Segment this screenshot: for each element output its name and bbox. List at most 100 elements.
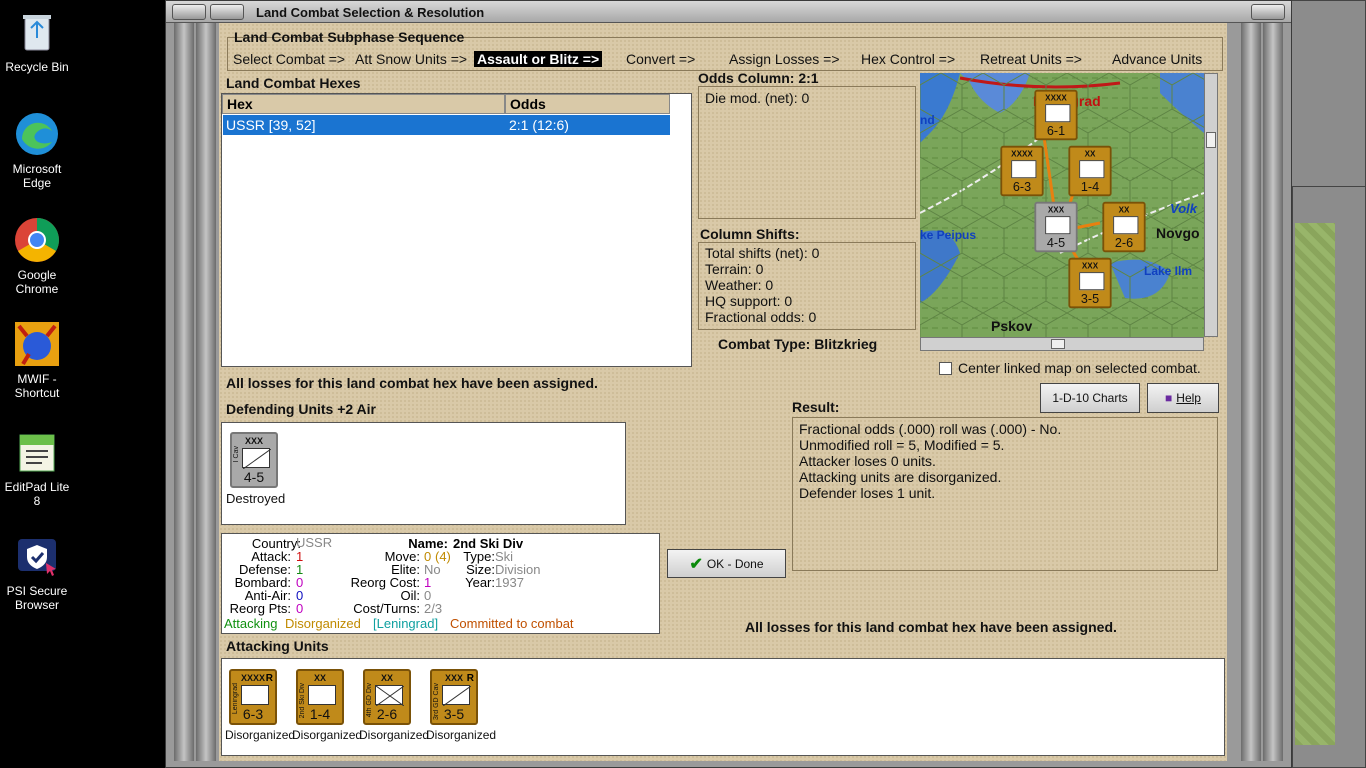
losses-assigned-message-2: All losses for this land combat hex have…: [745, 619, 1117, 635]
edge-icon: [13, 110, 61, 158]
background-window-bottom[interactable]: [1292, 186, 1366, 768]
defender-status: Destroyed: [226, 491, 286, 506]
collapse-button[interactable]: [210, 4, 244, 20]
map-counter-8th-gd-cav[interactable]: XXXX 6-1: [1034, 89, 1078, 141]
map-counter-2nd-ski-div[interactable]: XX 1-4: [1068, 145, 1112, 197]
counter-nato-symbol: [375, 685, 405, 707]
window-titlebar[interactable]: Land Combat Selection & Resolution: [166, 1, 1291, 23]
map-label-nd: nd: [920, 113, 935, 127]
table-row[interactable]: USSR [39, 52] 2:1 (12:6): [223, 115, 670, 135]
map-counter-i-cav-defender[interactable]: XXX 4-5: [1034, 201, 1078, 253]
status-disorganized: Disorganized: [285, 616, 361, 631]
attacker-counter-leningrad[interactable]: Leningrad XXXX R 6-3: [229, 669, 277, 725]
map-label-lake-peipus: ke Peipus: [920, 228, 977, 242]
cost-turns-value: 2/3: [424, 601, 443, 616]
column-shifts-panel: Total shifts (net): 0 Terrain: 0 Weather…: [698, 242, 916, 330]
map-horizontal-scrollbar[interactable]: [920, 337, 1204, 351]
map-counter-leningrad[interactable]: XXXX 6-3: [1000, 145, 1044, 197]
phase-assault-or-blitz[interactable]: Assault or Blitz =>: [474, 51, 603, 67]
counter-strength: 3-5: [1080, 291, 1100, 306]
attacking-units-panel[interactable]: Leningrad XXXX R 6-3 2nd Ski Div XX 1-4 …: [221, 658, 1225, 756]
phase-att-snow-units[interactable]: Att Snow Units =>: [355, 51, 467, 67]
counter-size: XXX: [1081, 261, 1099, 271]
column-header-hex[interactable]: Hex: [222, 94, 505, 114]
counter-strength: 2-6: [376, 706, 398, 722]
column-header-odds[interactable]: Odds: [505, 94, 670, 114]
desktop-icon-label: PSI Secure Browser: [6, 584, 68, 612]
map-vscroll-thumb[interactable]: [1206, 132, 1216, 148]
charts-button-label: 1-D-10 Charts: [1052, 391, 1128, 405]
desktop-icon-editpad[interactable]: EditPad Lite 8: [0, 428, 74, 508]
defending-units-panel[interactable]: I Cav XXX 4-5 Destroyed: [221, 422, 626, 525]
phase-advance-units[interactable]: Advance Units: [1112, 51, 1202, 67]
phase-assign-losses[interactable]: Assign Losses =>: [729, 51, 840, 67]
attacker-status: Disorganized: [292, 728, 363, 742]
attacker-counter-2nd-ski-div[interactable]: 2nd Ski Div XX 1-4: [296, 669, 344, 725]
reorg-pts-label: Reorg Pts:: [229, 601, 291, 616]
help-button[interactable]: ■ Help: [1147, 383, 1219, 413]
map-label-volk: Volk: [1170, 201, 1197, 216]
mwif-icon: [13, 320, 61, 368]
counter-strength: 2-6: [1114, 235, 1134, 250]
charts-button[interactable]: 1-D-10 Charts: [1040, 383, 1140, 413]
right-rail-outer: [1263, 23, 1283, 761]
result-line: Attacking units are disorganized.: [799, 469, 1002, 485]
defender-counter-i-cav[interactable]: I Cav XXX 4-5: [230, 432, 278, 488]
phase-hex-control[interactable]: Hex Control =>: [861, 51, 955, 67]
shift-weather: Weather: 0: [705, 277, 774, 293]
background-map: [1295, 223, 1335, 745]
desktop-icon-label: MWIF - Shortcut: [14, 372, 60, 400]
system-menu-button[interactable]: [172, 4, 206, 20]
center-linked-checkbox[interactable]: [939, 362, 952, 375]
desktop-icon-recycle-bin[interactable]: Recycle Bin: [0, 8, 74, 74]
linked-map[interactable]: Leningrad nd Volk ke Peipus Novgo Lake I…: [920, 73, 1204, 337]
phase-select-combat[interactable]: Select Combat =>: [233, 51, 345, 67]
close-window-button[interactable]: [1251, 4, 1285, 20]
subphase-title: Land Combat Subphase Sequence: [234, 29, 465, 45]
psi-browser-icon: [13, 532, 61, 580]
map-label-pskov: Pskov: [991, 318, 1033, 334]
counter-nato-symbol: [1045, 104, 1071, 123]
combat-hexes-list[interactable]: Hex Odds USSR [39, 52] 2:1 (12:6): [221, 93, 692, 367]
phase-retreat-units[interactable]: Retreat Units =>: [980, 51, 1082, 67]
year-label: Year:: [465, 575, 495, 590]
help-book-icon: ■: [1165, 391, 1173, 405]
losses-assigned-message: All losses for this land combat hex have…: [226, 375, 598, 391]
map-label-lake-ilmen: Lake Ilm: [1144, 264, 1193, 278]
column-shifts-title: Column Shifts:: [700, 226, 800, 242]
result-line: Unmodified roll = 5, Modified = 5.: [799, 437, 1005, 453]
map-counter-3rd-gd-cav[interactable]: XXX 3-5: [1068, 257, 1112, 309]
center-linked-label: Center linked map on selected combat.: [958, 360, 1201, 376]
desktop: Recycle Bin Microsoft Edge Google Chrome…: [0, 0, 1366, 768]
attacker-counter-4th-gd-div[interactable]: 4th GD Div XX 2-6: [363, 669, 411, 725]
result-line: Defender loses 1 unit.: [799, 485, 936, 501]
shift-hq-support: HQ support: 0: [705, 293, 793, 309]
counter-strength: 6-3: [1012, 179, 1032, 194]
counter-reserve-marker: R: [265, 673, 273, 684]
phase-convert[interactable]: Convert =>: [626, 51, 695, 67]
ok-done-button[interactable]: ✔ OK - Done: [667, 549, 786, 578]
map-hscroll-thumb[interactable]: [1051, 339, 1065, 349]
combat-dialog-body: Land Combat Subphase Sequence Select Com…: [219, 23, 1227, 761]
counter-nato-symbol: [242, 448, 272, 470]
desktop-icon-psi[interactable]: PSI Secure Browser: [0, 532, 74, 612]
counter-size: XXX: [1047, 205, 1065, 215]
status-attacking: Attacking: [224, 616, 278, 631]
attacker-counter-3rd-gd-cav[interactable]: 3rd GD Cav XXX R 3-5: [430, 669, 478, 725]
attacking-units-title: Attacking Units: [226, 638, 329, 654]
result-line: Attacker loses 0 units.: [799, 453, 936, 469]
shift-terrain: Terrain: 0: [705, 261, 764, 277]
desktop-icon-label: Recycle Bin: [5, 60, 69, 74]
counter-strength: 1-4: [309, 706, 331, 722]
desktop-icon-chrome[interactable]: Google Chrome: [0, 216, 74, 296]
map-counter-4th-gd-div[interactable]: XX 2-6: [1102, 201, 1146, 253]
desktop-icon-edge[interactable]: Microsoft Edge: [0, 110, 74, 190]
counter-nato-symbol: [1079, 272, 1105, 291]
desktop-icon-mwif[interactable]: MWIF - Shortcut: [0, 320, 74, 400]
odds-column-title: Odds Column: 2:1: [698, 70, 819, 86]
result-title: Result:: [792, 399, 840, 415]
counter-strength: 6-1: [1046, 123, 1066, 138]
window-title: Land Combat Selection & Resolution: [256, 5, 485, 20]
map-vertical-scrollbar[interactable]: [1204, 73, 1218, 337]
editpad-icon: [13, 428, 61, 476]
